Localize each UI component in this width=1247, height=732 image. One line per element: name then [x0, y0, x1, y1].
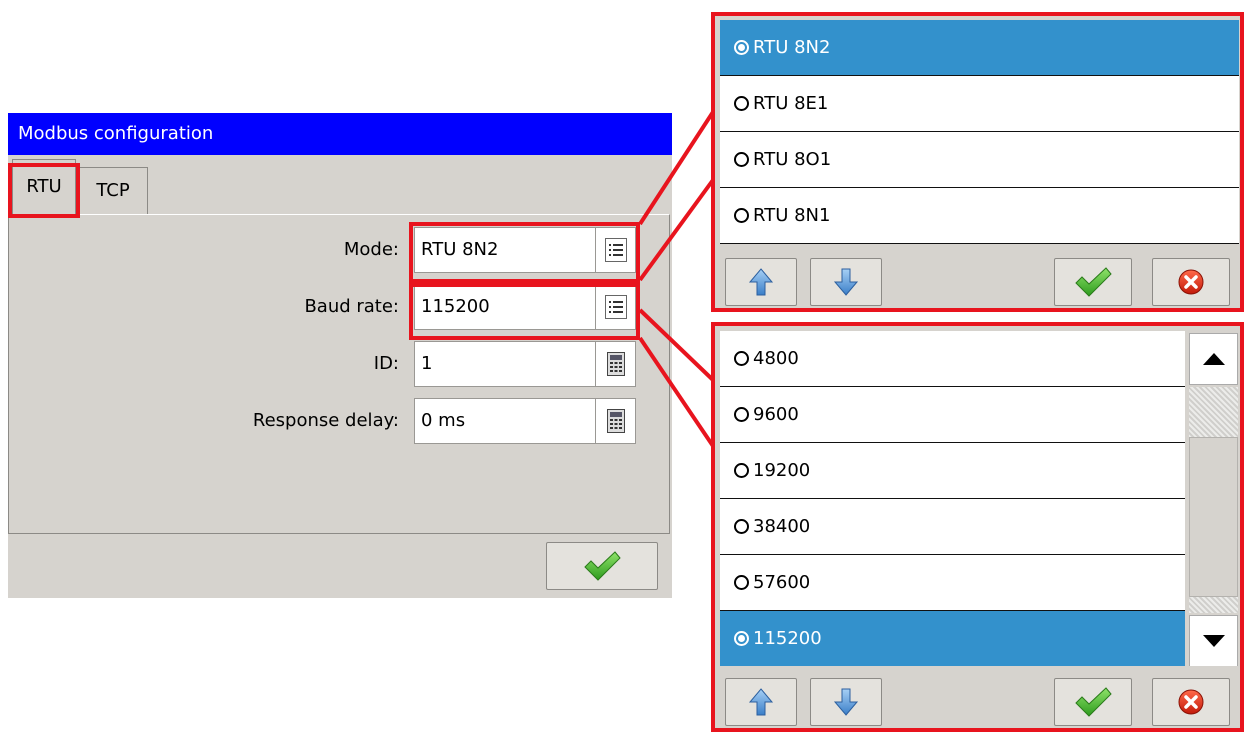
radio-unselected-icon	[734, 351, 749, 366]
baud-option-label: 4800	[753, 348, 799, 369]
baud-popup-button-bar	[715, 666, 1240, 728]
radio-unselected-icon	[734, 463, 749, 478]
check-icon	[1075, 687, 1112, 717]
scrollbar-thumb[interactable]	[1189, 437, 1238, 597]
mode-option[interactable]: RTU 8E1	[720, 76, 1239, 132]
arrow-up-icon	[748, 268, 774, 296]
mode-option-label: RTU 8O1	[753, 149, 832, 170]
mode-option[interactable]: RTU 8O1	[720, 132, 1239, 188]
scrollbar-down-button[interactable]	[1189, 615, 1238, 667]
triangle-down-icon	[1202, 635, 1225, 647]
baud-option[interactable]: 9600	[720, 387, 1185, 443]
scrollbar[interactable]	[1187, 331, 1240, 669]
baud-option[interactable]: 115200	[720, 611, 1185, 667]
confirm-button[interactable]	[1054, 258, 1132, 306]
scroll-down-button[interactable]	[810, 678, 882, 726]
mode-options-popup: RTU 8N2 RTU 8E1 RTU 8O1 RTU 8N1	[711, 12, 1244, 312]
baud-option[interactable]: 4800	[720, 331, 1185, 387]
radio-unselected-icon	[734, 152, 749, 167]
baud-option[interactable]: 57600	[720, 555, 1185, 611]
scroll-up-button[interactable]	[725, 678, 797, 726]
radio-unselected-icon	[734, 407, 749, 422]
radio-unselected-icon	[734, 575, 749, 590]
baud-option[interactable]: 19200	[720, 443, 1185, 499]
mode-option-label: RTU 8N1	[753, 205, 831, 226]
mode-option-label: RTU 8E1	[753, 93, 829, 114]
mode-option[interactable]: RTU 8N1	[720, 188, 1239, 244]
baud-option-label: 57600	[753, 572, 811, 593]
baud-option[interactable]: 38400	[720, 499, 1185, 555]
radio-selected-icon	[734, 631, 749, 646]
check-icon	[1075, 267, 1112, 297]
mode-option-label: RTU 8N2	[753, 37, 831, 58]
cancel-icon	[1178, 689, 1204, 715]
mode-option[interactable]: RTU 8N2	[720, 20, 1239, 76]
baud-option-label: 38400	[753, 516, 811, 537]
scroll-up-button[interactable]	[725, 258, 797, 306]
radio-unselected-icon	[734, 519, 749, 534]
cancel-icon	[1178, 269, 1204, 295]
triangle-up-icon	[1202, 353, 1225, 365]
arrow-down-icon	[833, 688, 859, 716]
baud-rate-options-popup: 4800 9600 19200 38400 57600 115200	[711, 322, 1244, 732]
radio-unselected-icon	[734, 208, 749, 223]
confirm-button[interactable]	[1054, 678, 1132, 726]
mode-popup-button-bar	[715, 246, 1240, 308]
radio-unselected-icon	[734, 96, 749, 111]
scroll-down-button[interactable]	[810, 258, 882, 306]
arrow-up-icon	[748, 688, 774, 716]
scrollbar-up-button[interactable]	[1189, 333, 1238, 385]
baud-option-label: 19200	[753, 460, 811, 481]
cancel-button[interactable]	[1152, 678, 1230, 726]
baud-option-label: 9600	[753, 404, 799, 425]
baud-option-label: 115200	[753, 628, 822, 649]
cancel-button[interactable]	[1152, 258, 1230, 306]
arrow-down-icon	[833, 268, 859, 296]
scrollbar-track[interactable]	[1189, 597, 1238, 613]
scrollbar-track[interactable]	[1189, 387, 1238, 437]
radio-selected-icon	[734, 40, 749, 55]
